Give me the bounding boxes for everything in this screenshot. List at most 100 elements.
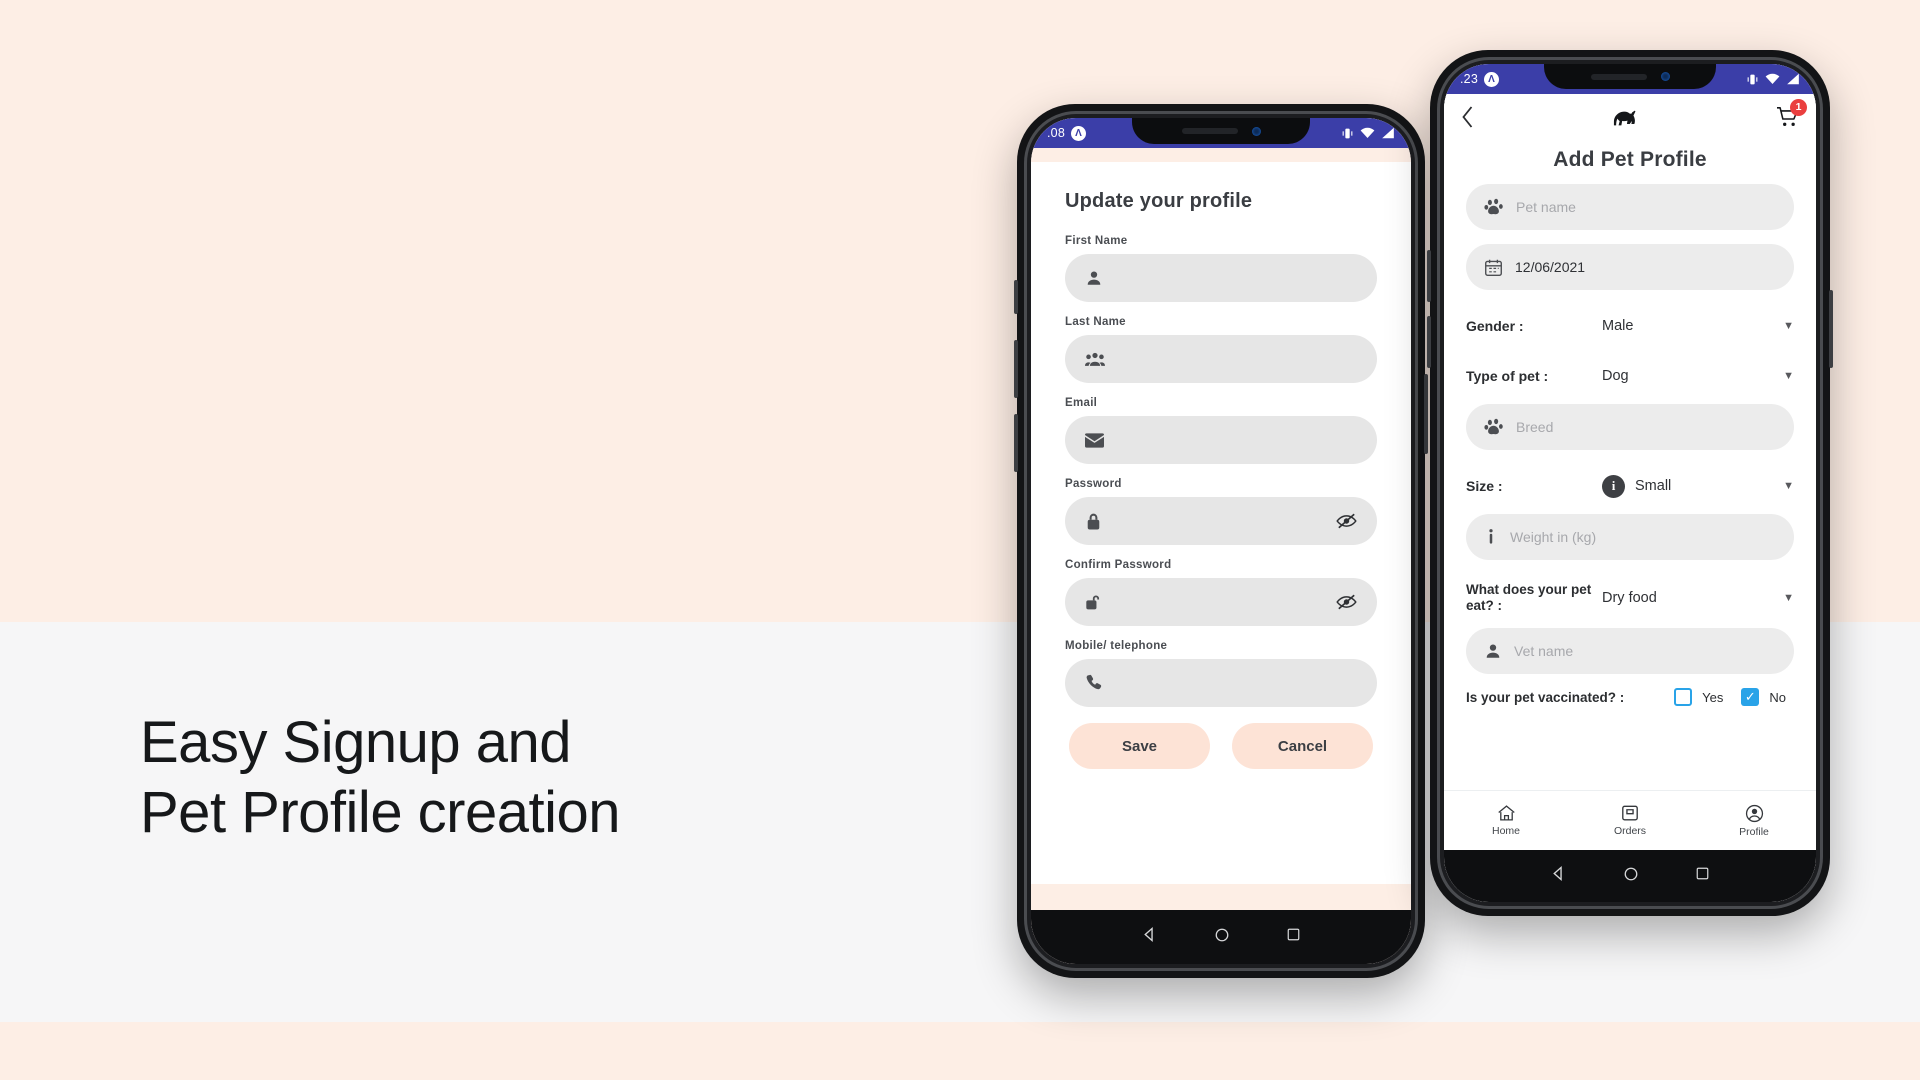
envelope-icon bbox=[1085, 432, 1104, 448]
profile-circle-icon bbox=[1745, 804, 1764, 823]
size-value: Small bbox=[1635, 478, 1672, 494]
info-thin-icon bbox=[1484, 528, 1498, 546]
shopping-cart-button[interactable]: 1 bbox=[1776, 98, 1807, 133]
size-label: Size : bbox=[1466, 477, 1503, 494]
front-camera bbox=[1251, 126, 1261, 136]
phone-screen-right: .23 Λ 1 Add Pet Profile Pet name 12/06/2… bbox=[1444, 64, 1816, 902]
phone-screen-left: .08 Λ Update your profile First Name Las… bbox=[1031, 118, 1411, 964]
chevron-down-icon[interactable]: ▼ bbox=[1783, 480, 1794, 492]
tab-home[interactable]: Home bbox=[1444, 804, 1568, 837]
notch-right bbox=[1544, 64, 1716, 89]
bottom-tab-bar: Home Orders Profile bbox=[1444, 790, 1816, 850]
background-band-bottom bbox=[0, 1022, 1920, 1080]
home-icon bbox=[1497, 804, 1516, 822]
select-gender[interactable]: Gender : Male ▼ bbox=[1466, 304, 1794, 348]
phone-icon bbox=[1085, 674, 1102, 692]
dog-logo-icon bbox=[1610, 104, 1642, 135]
recents-nav-icon[interactable] bbox=[1286, 927, 1301, 947]
wifi-icon bbox=[1765, 73, 1780, 85]
input-vet-name[interactable]: Vet name bbox=[1466, 628, 1794, 674]
input-email[interactable] bbox=[1065, 416, 1377, 464]
phone-mockup-right: .23 Λ 1 Add Pet Profile Pet name 12/06/2… bbox=[1427, 50, 1833, 916]
label-email: Email bbox=[1065, 397, 1098, 409]
signal-icon bbox=[1381, 127, 1395, 139]
volume-down-button[interactable] bbox=[1014, 414, 1018, 472]
lock-closed-icon bbox=[1085, 512, 1102, 531]
left-app-root: .08 Λ Update your profile First Name Las… bbox=[1031, 118, 1411, 964]
breed-placeholder: Breed bbox=[1516, 419, 1554, 435]
power-button[interactable] bbox=[1424, 374, 1428, 454]
notch-left bbox=[1132, 118, 1310, 144]
weight-placeholder: Weight in (kg) bbox=[1510, 529, 1597, 545]
home-nav-icon[interactable] bbox=[1623, 866, 1639, 887]
volume-down-button-right[interactable] bbox=[1427, 316, 1431, 368]
select-pet-food[interactable]: What does your pet eat? : Dry food ▼ bbox=[1466, 574, 1794, 622]
gender-value: Male bbox=[1602, 318, 1634, 334]
calendar-icon bbox=[1484, 258, 1503, 277]
cancel-button[interactable]: Cancel bbox=[1232, 723, 1373, 769]
volume-up-button[interactable] bbox=[1014, 340, 1018, 398]
form-actions: Save Cancel bbox=[1065, 723, 1377, 769]
signal-icon bbox=[1786, 73, 1800, 85]
chevron-down-icon[interactable]: ▼ bbox=[1783, 592, 1794, 604]
chevron-down-icon[interactable]: ▼ bbox=[1783, 370, 1794, 382]
home-nav-icon[interactable] bbox=[1214, 927, 1230, 948]
input-mobile-telephone[interactable] bbox=[1065, 659, 1377, 707]
android-nav-bar-left bbox=[1031, 910, 1411, 964]
back-nav-icon[interactable] bbox=[1550, 865, 1567, 887]
add-pet-form: Pet name 12/06/2021 Gender : Male ▼ Type… bbox=[1444, 184, 1816, 790]
status-app-badge-icon: Λ bbox=[1070, 125, 1086, 141]
wifi-icon bbox=[1360, 127, 1375, 139]
toggle-confirm-password-visibility-icon[interactable] bbox=[1336, 594, 1357, 610]
input-weight[interactable]: Weight in (kg) bbox=[1466, 514, 1794, 560]
right-app-root: .23 Λ 1 Add Pet Profile Pet name 12/06/2… bbox=[1444, 64, 1816, 902]
select-size[interactable]: Size : i Small ▼ bbox=[1466, 464, 1794, 508]
input-last-name[interactable] bbox=[1065, 335, 1377, 383]
input-breed[interactable]: Breed bbox=[1466, 404, 1794, 450]
user-icon bbox=[1484, 642, 1502, 660]
vet-name-placeholder: Vet name bbox=[1514, 643, 1574, 659]
vibrate-icon bbox=[1341, 127, 1354, 140]
page-title: Add Pet Profile bbox=[1553, 148, 1707, 171]
type-of-pet-value-wrap: Dog ▼ bbox=[1602, 368, 1794, 384]
type-of-pet-value: Dog bbox=[1602, 368, 1629, 384]
mute-switch[interactable] bbox=[1014, 280, 1018, 314]
vaccinated-yes-label: Yes bbox=[1702, 689, 1724, 705]
input-date-of-birth[interactable]: 12/06/2021 bbox=[1466, 244, 1794, 290]
date-of-birth-value: 12/06/2021 bbox=[1515, 259, 1586, 275]
input-confirm-password[interactable] bbox=[1065, 578, 1377, 626]
toggle-password-visibility-icon[interactable] bbox=[1336, 513, 1357, 529]
app-bar: 1 bbox=[1444, 94, 1816, 144]
vaccinated-no-checkbox[interactable]: ✓ bbox=[1741, 688, 1760, 706]
back-nav-icon[interactable] bbox=[1141, 926, 1158, 948]
update-profile-title: Update your profile bbox=[1065, 190, 1253, 212]
input-pet-name[interactable]: Pet name bbox=[1466, 184, 1794, 230]
label-first-name: First Name bbox=[1065, 235, 1128, 247]
chevron-down-icon[interactable]: ▼ bbox=[1783, 320, 1794, 332]
gender-value-wrap: Male ▼ bbox=[1602, 318, 1794, 334]
user-icon bbox=[1085, 269, 1103, 287]
save-button[interactable]: Save bbox=[1069, 723, 1210, 769]
size-value-wrap: i Small ▼ bbox=[1602, 474, 1794, 498]
info-circle-icon[interactable]: i bbox=[1602, 474, 1625, 498]
power-button-right[interactable] bbox=[1829, 290, 1833, 368]
orders-box-icon bbox=[1621, 804, 1639, 822]
pet-food-value: Dry food bbox=[1602, 590, 1657, 606]
users-group-icon bbox=[1085, 350, 1105, 368]
chevron-left-icon[interactable] bbox=[1460, 105, 1475, 133]
tab-orders[interactable]: Orders bbox=[1568, 804, 1692, 837]
tab-orders-label: Orders bbox=[1613, 825, 1647, 837]
phone-mockup-left: .08 Λ Update your profile First Name Las… bbox=[1014, 104, 1428, 978]
vaccinated-yes-checkbox[interactable] bbox=[1674, 688, 1693, 706]
select-type-of-pet[interactable]: Type of pet : Dog ▼ bbox=[1466, 354, 1794, 398]
input-first-name[interactable] bbox=[1065, 254, 1377, 302]
input-password[interactable] bbox=[1065, 497, 1377, 545]
vibrate-icon bbox=[1746, 73, 1759, 86]
recents-nav-icon[interactable] bbox=[1695, 866, 1710, 886]
vaccinated-no-label: No bbox=[1769, 689, 1786, 705]
volume-up-button-right[interactable] bbox=[1427, 250, 1431, 302]
earpiece-speaker bbox=[1181, 128, 1238, 134]
gender-label: Gender : bbox=[1466, 317, 1524, 334]
tab-profile[interactable]: Profile bbox=[1692, 804, 1816, 838]
update-profile-card: Update your profile First Name Last Name bbox=[1031, 162, 1411, 884]
